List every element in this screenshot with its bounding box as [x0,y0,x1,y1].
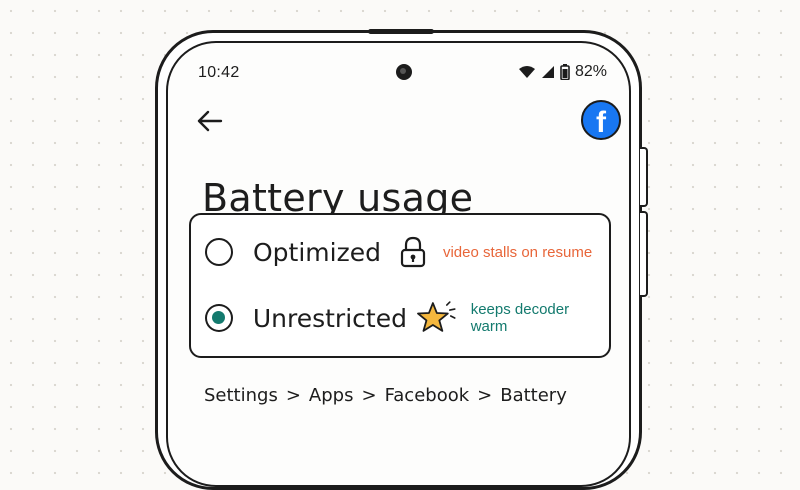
battery-icon [560,64,570,80]
breadcrumb-separator: > [477,385,493,406]
radio-unrestricted[interactable] [205,304,233,332]
breadcrumb-separator: > [361,385,377,406]
power-button [640,147,648,207]
option-note-unrestricted: keeps decoder warm [470,301,570,335]
status-time: 10:42 [198,64,240,81]
wifi-icon [518,66,535,78]
breadcrumb-item-battery: Battery [500,385,567,406]
facebook-icon[interactable]: f [581,100,621,140]
breadcrumb: Settings > Apps > Facebook > Battery [204,385,567,406]
screen: 10:42 82% f Battery usage Optimized vide… [166,41,631,487]
option-label-unrestricted: Unrestricted [252,303,407,333]
option-optimized[interactable]: Optimized video stalls on resume [205,235,592,269]
signal-icon [541,66,554,78]
speaker-grille [368,29,434,34]
volume-button [640,211,648,297]
option-note-optimized: video stalls on resume [442,243,593,261]
breadcrumb-item-apps[interactable]: Apps [309,385,354,406]
front-camera [396,64,412,80]
facebook-glyph: f [596,106,606,139]
lock-icon [400,236,426,268]
breadcrumb-item-settings[interactable]: Settings [204,385,278,406]
battery-percent: 82% [574,63,607,80]
breadcrumb-item-facebook[interactable]: Facebook [385,385,470,406]
battery-options-card: Optimized video stalls on resume Unrestr… [189,213,611,358]
back-arrow-icon[interactable] [196,109,224,133]
breadcrumb-separator: > [285,385,301,406]
option-label-optimized: Optimized [253,237,381,267]
status-icons: 82% [518,63,607,81]
star-icon [417,301,456,332]
option-unrestricted[interactable]: Unrestricted keeps decoder warm [205,301,609,335]
radio-optimized[interactable] [205,238,233,266]
phone-frame: 10:42 82% f Battery usage Optimized vide… [155,29,648,490]
